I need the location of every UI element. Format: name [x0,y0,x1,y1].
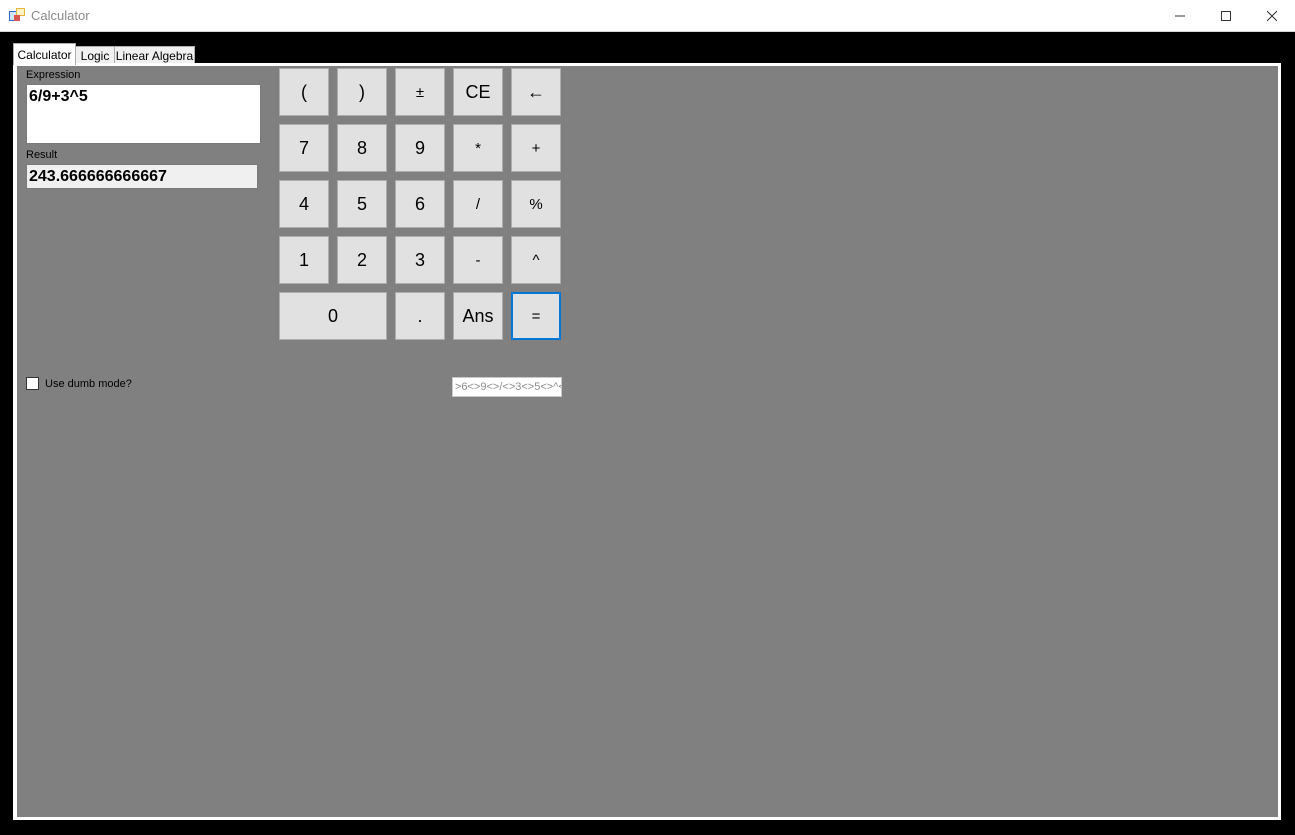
key-multiply[interactable]: * [453,124,503,172]
key-percent[interactable]: % [511,180,561,228]
dumb-mode-option[interactable]: Use dumb mode? [26,377,132,390]
expression-input[interactable]: 6/9+3^5 [26,84,261,144]
token-output-field[interactable]: >6<>9<>/<>3<>5<>^< [452,377,562,397]
result-label: Result [26,149,58,161]
minimize-icon [1175,15,1185,16]
key-ans[interactable]: Ans [453,292,503,340]
close-button[interactable] [1249,0,1295,31]
key-9[interactable]: 9 [395,124,445,172]
app-icon [9,8,25,21]
window-title: Calculator [31,8,90,23]
close-icon [1267,10,1277,21]
key-7[interactable]: 7 [279,124,329,172]
key-power[interactable]: ^ [511,236,561,284]
key-8[interactable]: 8 [337,124,387,172]
key-2[interactable]: 2 [337,236,387,284]
key-subtract[interactable]: - [453,236,503,284]
result-field[interactable]: 243.666666666667 [26,164,258,189]
key-add[interactable]: + [511,124,561,172]
key-backspace[interactable]: ← [511,68,561,116]
key-equals[interactable]: = [511,292,561,340]
key-0[interactable]: 0 [279,292,387,340]
key-1[interactable]: 1 [279,236,329,284]
dumb-mode-label[interactable]: Use dumb mode? [45,378,132,390]
key-decimal[interactable]: . [395,292,445,340]
key-4[interactable]: 4 [279,180,329,228]
tab-linear-algebra[interactable]: Linear Algebra [114,46,195,64]
tab-logic[interactable]: Logic [74,46,116,64]
maximize-icon [1221,10,1231,21]
key-5[interactable]: 5 [337,180,387,228]
key-close-paren[interactable]: ) [337,68,387,116]
key-clear-entry[interactable]: CE [453,68,503,116]
minimize-button[interactable] [1157,0,1203,31]
key-3[interactable]: 3 [395,236,445,284]
expression-label: Expression [26,69,81,81]
maximize-button[interactable] [1203,0,1249,31]
title-bar[interactable]: Calculator [0,0,1295,32]
calculator-window: Calculator Calculator Logic Linear Algeb… [0,0,1295,835]
tab-calculator[interactable]: Calculator [13,43,76,65]
dumb-mode-checkbox[interactable] [26,377,39,390]
key-6[interactable]: 6 [395,180,445,228]
key-divide[interactable]: / [453,180,503,228]
key-open-paren[interactable]: ( [279,68,329,116]
key-plus-minus[interactable]: ± [395,68,445,116]
